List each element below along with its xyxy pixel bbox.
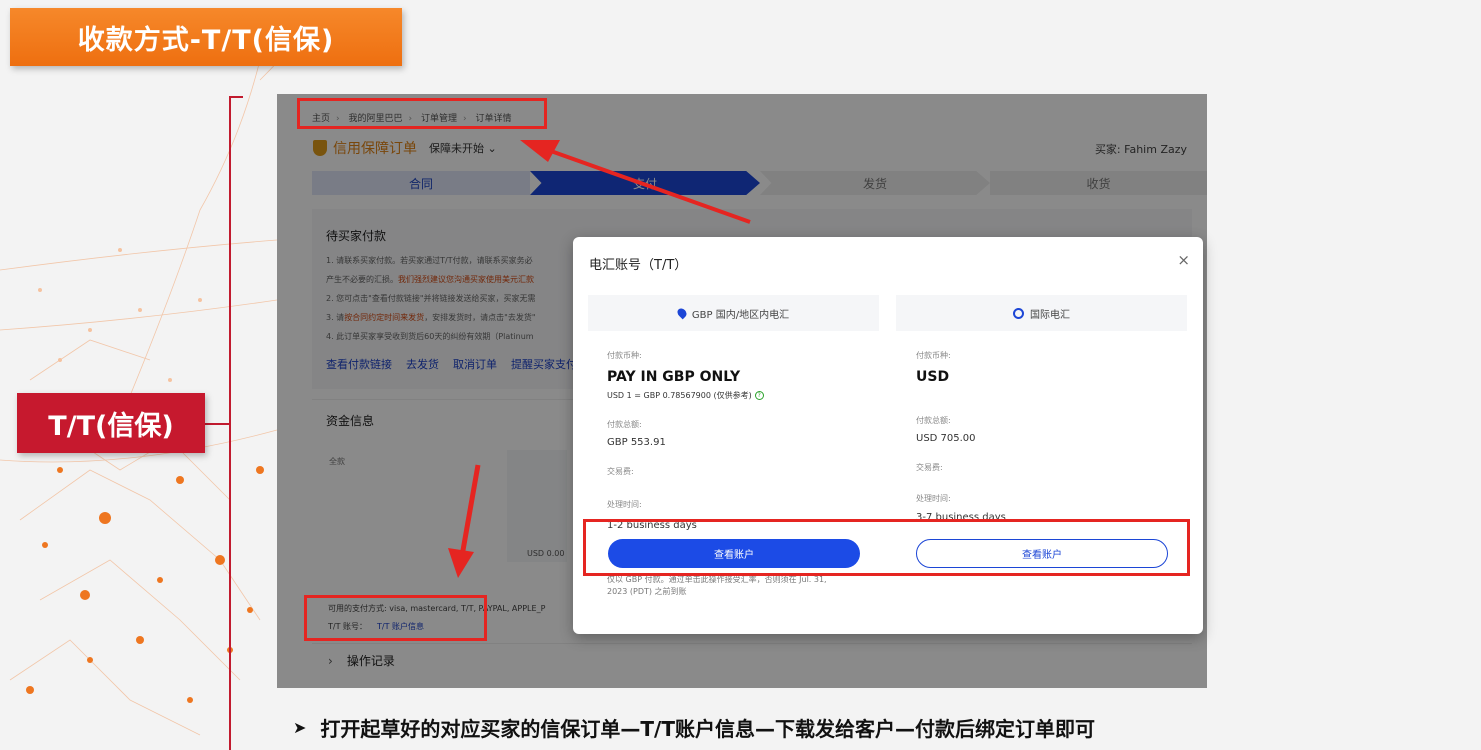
- tt-account-highlight-box: [304, 595, 487, 641]
- tab-label: 国际电汇: [1030, 309, 1070, 321]
- tab-international-transfer[interactable]: 国际电汇: [896, 295, 1187, 331]
- globe-icon: [1013, 307, 1024, 319]
- bracket-vertical-line: [229, 96, 231, 750]
- amount-label: 付款总额:: [916, 416, 951, 425]
- amount-value: GBP 553.91: [607, 437, 666, 448]
- fee-label: 交易费:: [607, 467, 634, 476]
- amount-value: USD 705.00: [916, 433, 976, 444]
- modal-title: 电汇账号（T/T）: [589, 258, 688, 273]
- tab-gbp-domestic-transfer[interactable]: GBP 国内/地区内电汇: [588, 295, 879, 331]
- time-label: 处理时间:: [607, 500, 642, 509]
- currency-value: PAY IN GBP ONLY: [607, 369, 741, 385]
- exchange-rate: USD 1 = GBP 0.78567900 (仅供参考)?: [607, 390, 887, 401]
- amount-label: 付款总额:: [607, 420, 642, 429]
- view-account-highlight-box: [583, 519, 1190, 576]
- time-label: 处理时间:: [916, 494, 951, 503]
- currency-label: 付款币种:: [607, 351, 642, 360]
- slide-title-banner: 收款方式-T/T(信保): [10, 8, 402, 66]
- currency-label: 付款币种:: [916, 351, 951, 360]
- footer-instruction: ➤ 打开起草好的对应买家的信保订单—T/T账户信息—下载发给客户—付款后绑定订单…: [293, 713, 1095, 742]
- bullet-arrow-icon: ➤: [293, 718, 307, 737]
- gbp-transfer-details: 付款币种: PAY IN GBP ONLY USD 1 = GBP 0.7856…: [607, 350, 887, 531]
- currency-value: USD: [916, 369, 950, 385]
- help-icon[interactable]: ?: [754, 391, 764, 400]
- footer-text: 打开起草好的对应买家的信保订单—T/T账户信息—下载发给客户—付款后绑定订单即可: [320, 717, 1095, 741]
- close-icon[interactable]: ×: [1177, 251, 1190, 269]
- tt-escrow-label: T/T(信保): [17, 393, 205, 453]
- gbp-payment-note: 仅以 GBP 付款。通过单击此操作接受汇率，否则须在 Jul. 31, 2023…: [607, 575, 827, 596]
- fee-label: 交易费:: [916, 463, 943, 472]
- international-transfer-details: 付款币种: USD 付款总额: USD 705.00 交易费: 处理时间: 3-…: [916, 350, 1196, 523]
- tab-label: GBP 国内/地区内电汇: [691, 309, 790, 321]
- location-pin-icon: [675, 306, 689, 320]
- breadcrumb-highlight-box: [297, 98, 547, 129]
- bracket-top-tick: [229, 96, 243, 98]
- bracket-middle-tick: [205, 423, 229, 425]
- exchange-rate-text: USD 1 = GBP 0.78567900 (仅供参考): [607, 391, 752, 400]
